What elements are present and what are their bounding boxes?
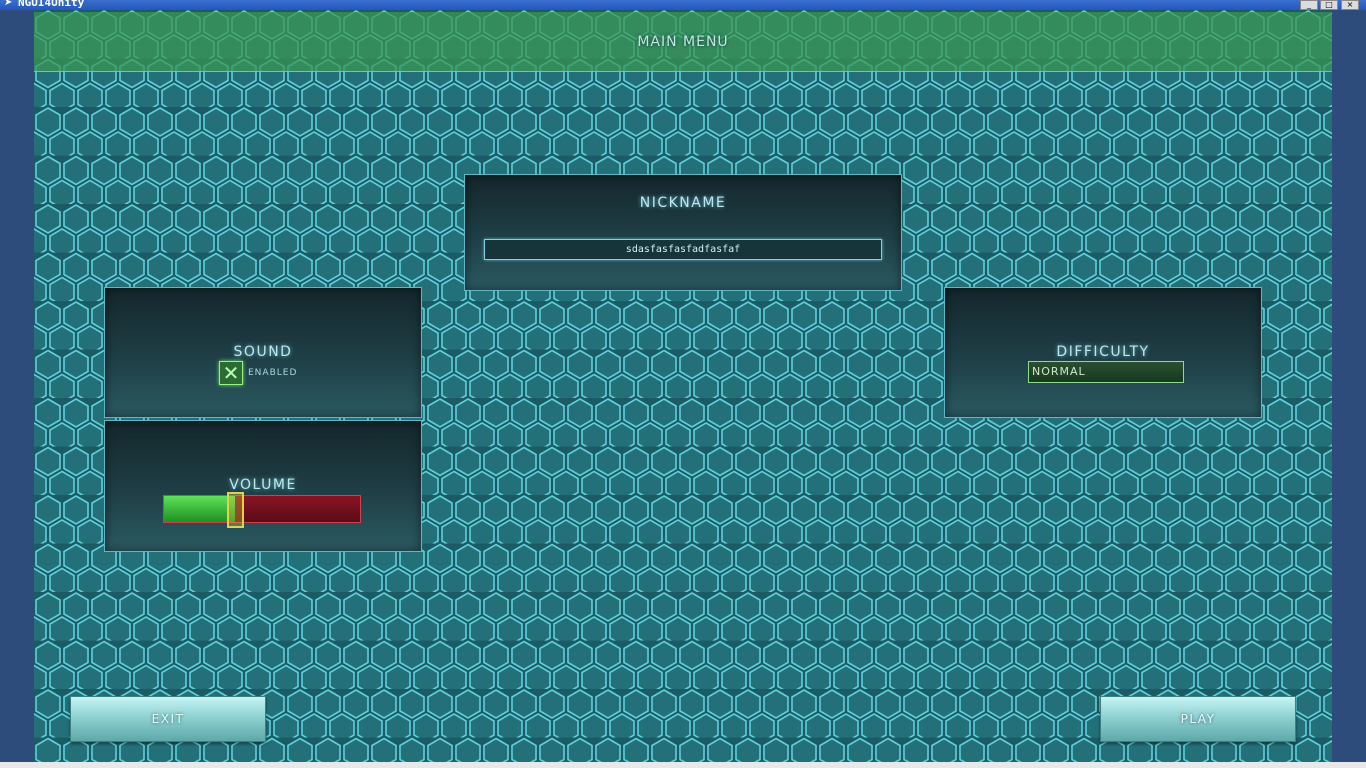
volume-slider-thumb[interactable] <box>226 492 244 528</box>
sound-checkbox[interactable]: ✕ <box>219 361 243 385</box>
volume-label: VOLUME <box>229 477 297 493</box>
window-titlebar: ➤ NGUI4Unity _ □ × <box>0 0 1366 10</box>
difficulty-select[interactable]: NORMAL <box>1028 361 1184 383</box>
exit-button[interactable]: EXIT <box>70 696 266 742</box>
nickname-label: NICKNAME <box>639 195 727 211</box>
play-button[interactable]: PLAY <box>1100 696 1296 742</box>
volume-slider-fill <box>164 496 235 522</box>
minimize-button[interactable]: _ <box>1300 0 1318 10</box>
difficulty-label: DIFFICULTY <box>1056 344 1150 360</box>
sound-panel: SOUND ✕ ENABLED <box>104 287 422 418</box>
sound-label: SOUND <box>233 344 293 360</box>
window-frame-right <box>1332 10 1366 768</box>
maximize-button[interactable]: □ <box>1320 0 1338 10</box>
close-button[interactable]: × <box>1341 0 1359 10</box>
difficulty-panel: DIFFICULTY NORMAL <box>944 287 1262 418</box>
window-frame-bottom <box>0 762 1366 768</box>
volume-slider[interactable] <box>163 492 361 528</box>
sound-enabled-label: ENABLED <box>248 368 298 378</box>
volume-panel: VOLUME <box>104 420 422 552</box>
window-frame-left <box>0 10 34 768</box>
window-title: NGUI4Unity <box>18 0 85 9</box>
nickname-panel: NICKNAME sdasfasfasfadfasfaf <box>464 174 902 291</box>
page-title: MAIN MENU <box>637 34 729 50</box>
nickname-input[interactable]: sdasfasfasfadfasfaf <box>484 239 882 260</box>
game-viewport: MAIN MENU NICKNAME sdasfasfasfadfasfaf S… <box>34 10 1332 762</box>
header-bar: MAIN MENU <box>34 12 1332 72</box>
app-icon: ➤ <box>4 0 13 8</box>
